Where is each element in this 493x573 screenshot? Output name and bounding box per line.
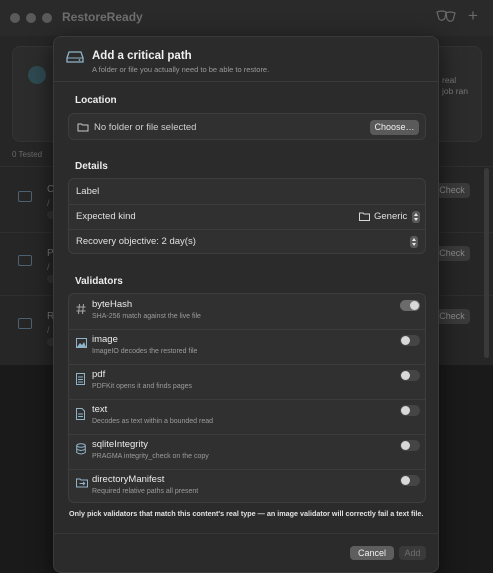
summary-text: job ran (442, 86, 468, 96)
image-icon (18, 255, 32, 266)
validator-row-text: text Decodes as text within a bounded re… (69, 399, 425, 434)
sheet-title: Add a critical path (92, 50, 192, 62)
details-box: Label Expected kind Generic Recovery obj… (68, 178, 426, 254)
bytehash-toggle[interactable] (400, 300, 420, 311)
pdf-toggle[interactable] (400, 370, 420, 381)
validator-warning: Only pick validators that match this con… (69, 509, 424, 518)
recovery-stepper[interactable] (410, 236, 418, 248)
scrollbar[interactable] (484, 168, 489, 358)
label-field[interactable]: Label (76, 186, 99, 197)
status-text: 0 Tested (12, 150, 43, 159)
validator-name: directoryManifest (92, 474, 165, 485)
title-bar: RestoreReady + (0, 0, 493, 36)
choose-button[interactable]: Choose… (370, 120, 419, 135)
validator-row-image: image ImageIO decodes the restored file (69, 329, 425, 364)
sheet-subtitle: A folder or file you actually need to be… (92, 65, 270, 74)
validator-row-bytehash: byteHash SHA-256 match against the live … (69, 294, 425, 329)
validators-box: byteHash SHA-256 match against the live … (68, 293, 426, 503)
validator-description: SHA-256 match against the live file (92, 313, 201, 320)
folder-icon (18, 191, 32, 202)
database-icon (76, 443, 86, 455)
folder-icon (77, 123, 89, 132)
path-subtitle: / (47, 325, 50, 335)
validator-name: text (92, 404, 108, 415)
minimize-window-button[interactable] (26, 13, 36, 23)
path-subtitle: / (47, 198, 50, 208)
details-heading: Details (75, 161, 108, 172)
validators-heading: Validators (75, 276, 123, 287)
hash-icon (76, 303, 86, 315)
validator-row-pdf: pdf PDFKit opens it and finds pages (69, 364, 425, 399)
sheet-header: Add a critical path A folder or file you… (54, 37, 438, 81)
shield-icon (28, 66, 46, 84)
document-icon (18, 318, 32, 329)
validator-description: Required relative paths all present (92, 488, 199, 495)
validator-description: PDFKit opens it and finds pages (92, 383, 193, 390)
location-heading: Location (75, 95, 117, 106)
add-critical-path-sheet: Add a critical path A folder or file you… (53, 36, 439, 573)
close-window-button[interactable] (10, 13, 20, 23)
validator-row-directorymanifest: directoryManifest Required relative path… (69, 469, 425, 504)
validator-name: image (92, 334, 118, 345)
location-path: No folder or file selected (94, 122, 197, 133)
app-title: RestoreReady (62, 10, 143, 24)
add-button[interactable]: Add (399, 546, 426, 560)
check-button[interactable]: Check (434, 309, 470, 324)
folder-icon (359, 212, 370, 221)
validator-description: PRAGMA integrity_check on the copy (92, 453, 209, 460)
chevron-updown-icon (412, 211, 420, 223)
directorymanifest-toggle[interactable] (400, 475, 420, 486)
add-button[interactable]: + (468, 6, 478, 26)
cancel-button[interactable]: Cancel (350, 546, 394, 560)
validator-name: byteHash (92, 299, 133, 310)
pdf-doc-icon (76, 373, 85, 385)
validator-row-sqliteintegrity: sqliteIntegrity PRAGMA integrity_check o… (69, 434, 425, 469)
text-doc-icon (76, 408, 85, 420)
recovery-objective-label: Recovery objective: 2 day(s) (76, 236, 196, 247)
expected-kind-select[interactable]: Generic (359, 210, 421, 224)
drive-icon (66, 51, 84, 63)
expected-kind-value: Generic (374, 211, 408, 222)
image-icon (76, 338, 87, 348)
validator-name: pdf (92, 369, 106, 380)
text-toggle[interactable] (400, 405, 420, 416)
validator-description: Decodes as text within a bounded read (92, 418, 214, 425)
validator-description: ImageIO decodes the restored file (92, 348, 198, 355)
image-toggle[interactable] (400, 335, 420, 346)
check-button[interactable]: Check (434, 183, 470, 198)
expected-kind-label: Expected kind (76, 211, 136, 222)
summary-text: real (442, 75, 457, 85)
validator-name: sqliteIntegrity (92, 439, 148, 450)
sqliteintegrity-toggle[interactable] (400, 440, 420, 451)
zoom-window-button[interactable] (42, 13, 52, 23)
check-button[interactable]: Check (434, 246, 470, 261)
path-subtitle: / (47, 262, 50, 272)
folder-arrow-icon (76, 478, 88, 488)
theater-masks-icon[interactable] (436, 10, 456, 24)
location-box: No folder or file selected Choose… (68, 113, 426, 140)
